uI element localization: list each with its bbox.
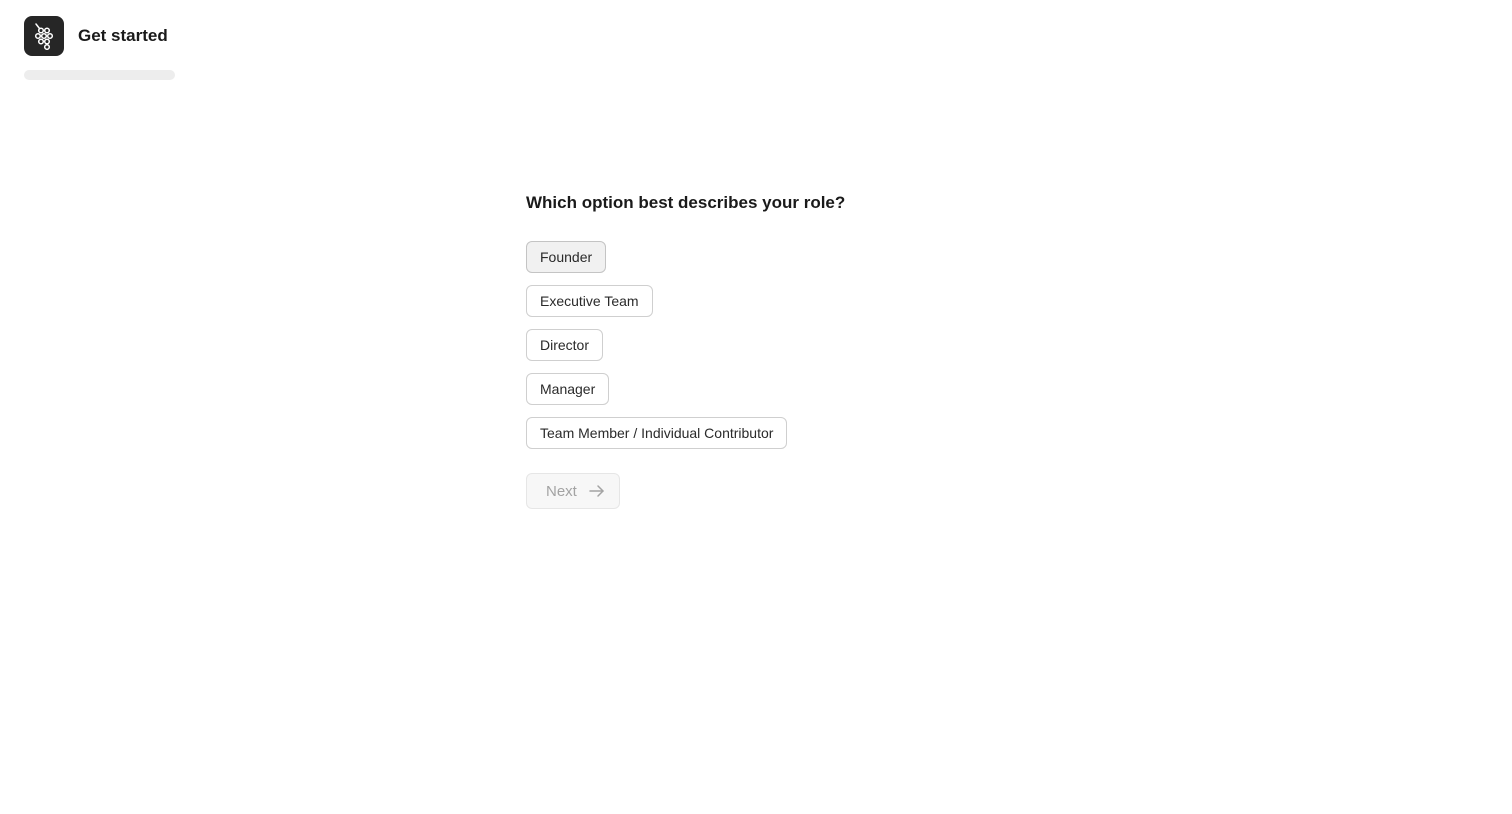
options-list: Founder Executive Team Director Manager … (526, 241, 845, 461)
arrow-right-icon (589, 484, 605, 498)
header: Get started (24, 16, 168, 56)
option-director[interactable]: Director (526, 329, 604, 361)
next-button[interactable]: Next (526, 473, 620, 509)
option-label: Executive Team (540, 293, 639, 309)
option-manager[interactable]: Manager (526, 373, 610, 405)
grape-cluster-icon (24, 16, 64, 56)
option-label: Manager (540, 381, 596, 397)
option-label: Founder (540, 249, 593, 265)
question-panel: Which option best describes your role? F… (526, 190, 845, 509)
option-team-member[interactable]: Team Member / Individual Contributor (526, 417, 788, 449)
page-title: Get started (78, 26, 168, 45)
question-heading: Which option best describes your role? (526, 193, 846, 212)
onboarding-page: Get started Which option best describes … (0, 0, 1512, 814)
option-founder[interactable]: Founder (526, 241, 607, 273)
next-button-label: Next (546, 482, 577, 500)
option-executive-team[interactable]: Executive Team (526, 285, 653, 317)
option-label: Director (540, 337, 590, 353)
progress-bar (24, 70, 175, 80)
option-label: Team Member / Individual Contributor (540, 425, 774, 441)
